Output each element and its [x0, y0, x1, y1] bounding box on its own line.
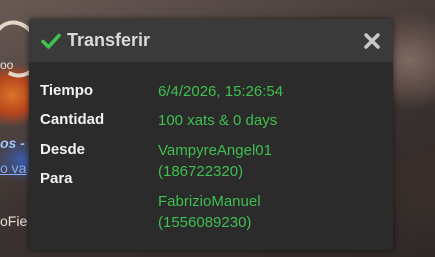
- dialog-title: Transferir: [67, 30, 151, 50]
- dialog-header: Transferir: [29, 19, 393, 62]
- time-value: 6/4/2026, 15:26:54: [158, 83, 284, 100]
- to-label: Para: [40, 170, 73, 187]
- from-label: Desde: [40, 141, 86, 158]
- check-icon: [41, 31, 61, 51]
- to-user-id: (1556089230): [158, 214, 252, 231]
- time-label: Tiempo: [40, 82, 94, 99]
- from-user-id: (186722320): [158, 163, 244, 180]
- amount-value: 100 xats & 0 days: [158, 112, 278, 129]
- from-user-name: VampyreAngel01: [158, 142, 272, 159]
- background-link-fragment[interactable]: o va: [0, 160, 26, 176]
- amount-label: Cantidad: [40, 111, 105, 128]
- background-text-fragment: oo: [0, 58, 14, 72]
- to-user-name: FabrizioManuel: [158, 193, 261, 210]
- close-icon[interactable]: [363, 32, 381, 50]
- background-text-fragment: oFie: [0, 213, 28, 229]
- background-text-fragment: os -: [0, 135, 25, 151]
- transfer-dialog: Transferir Tiempo 6/4/2026, 15:26:54 Can…: [29, 19, 393, 250]
